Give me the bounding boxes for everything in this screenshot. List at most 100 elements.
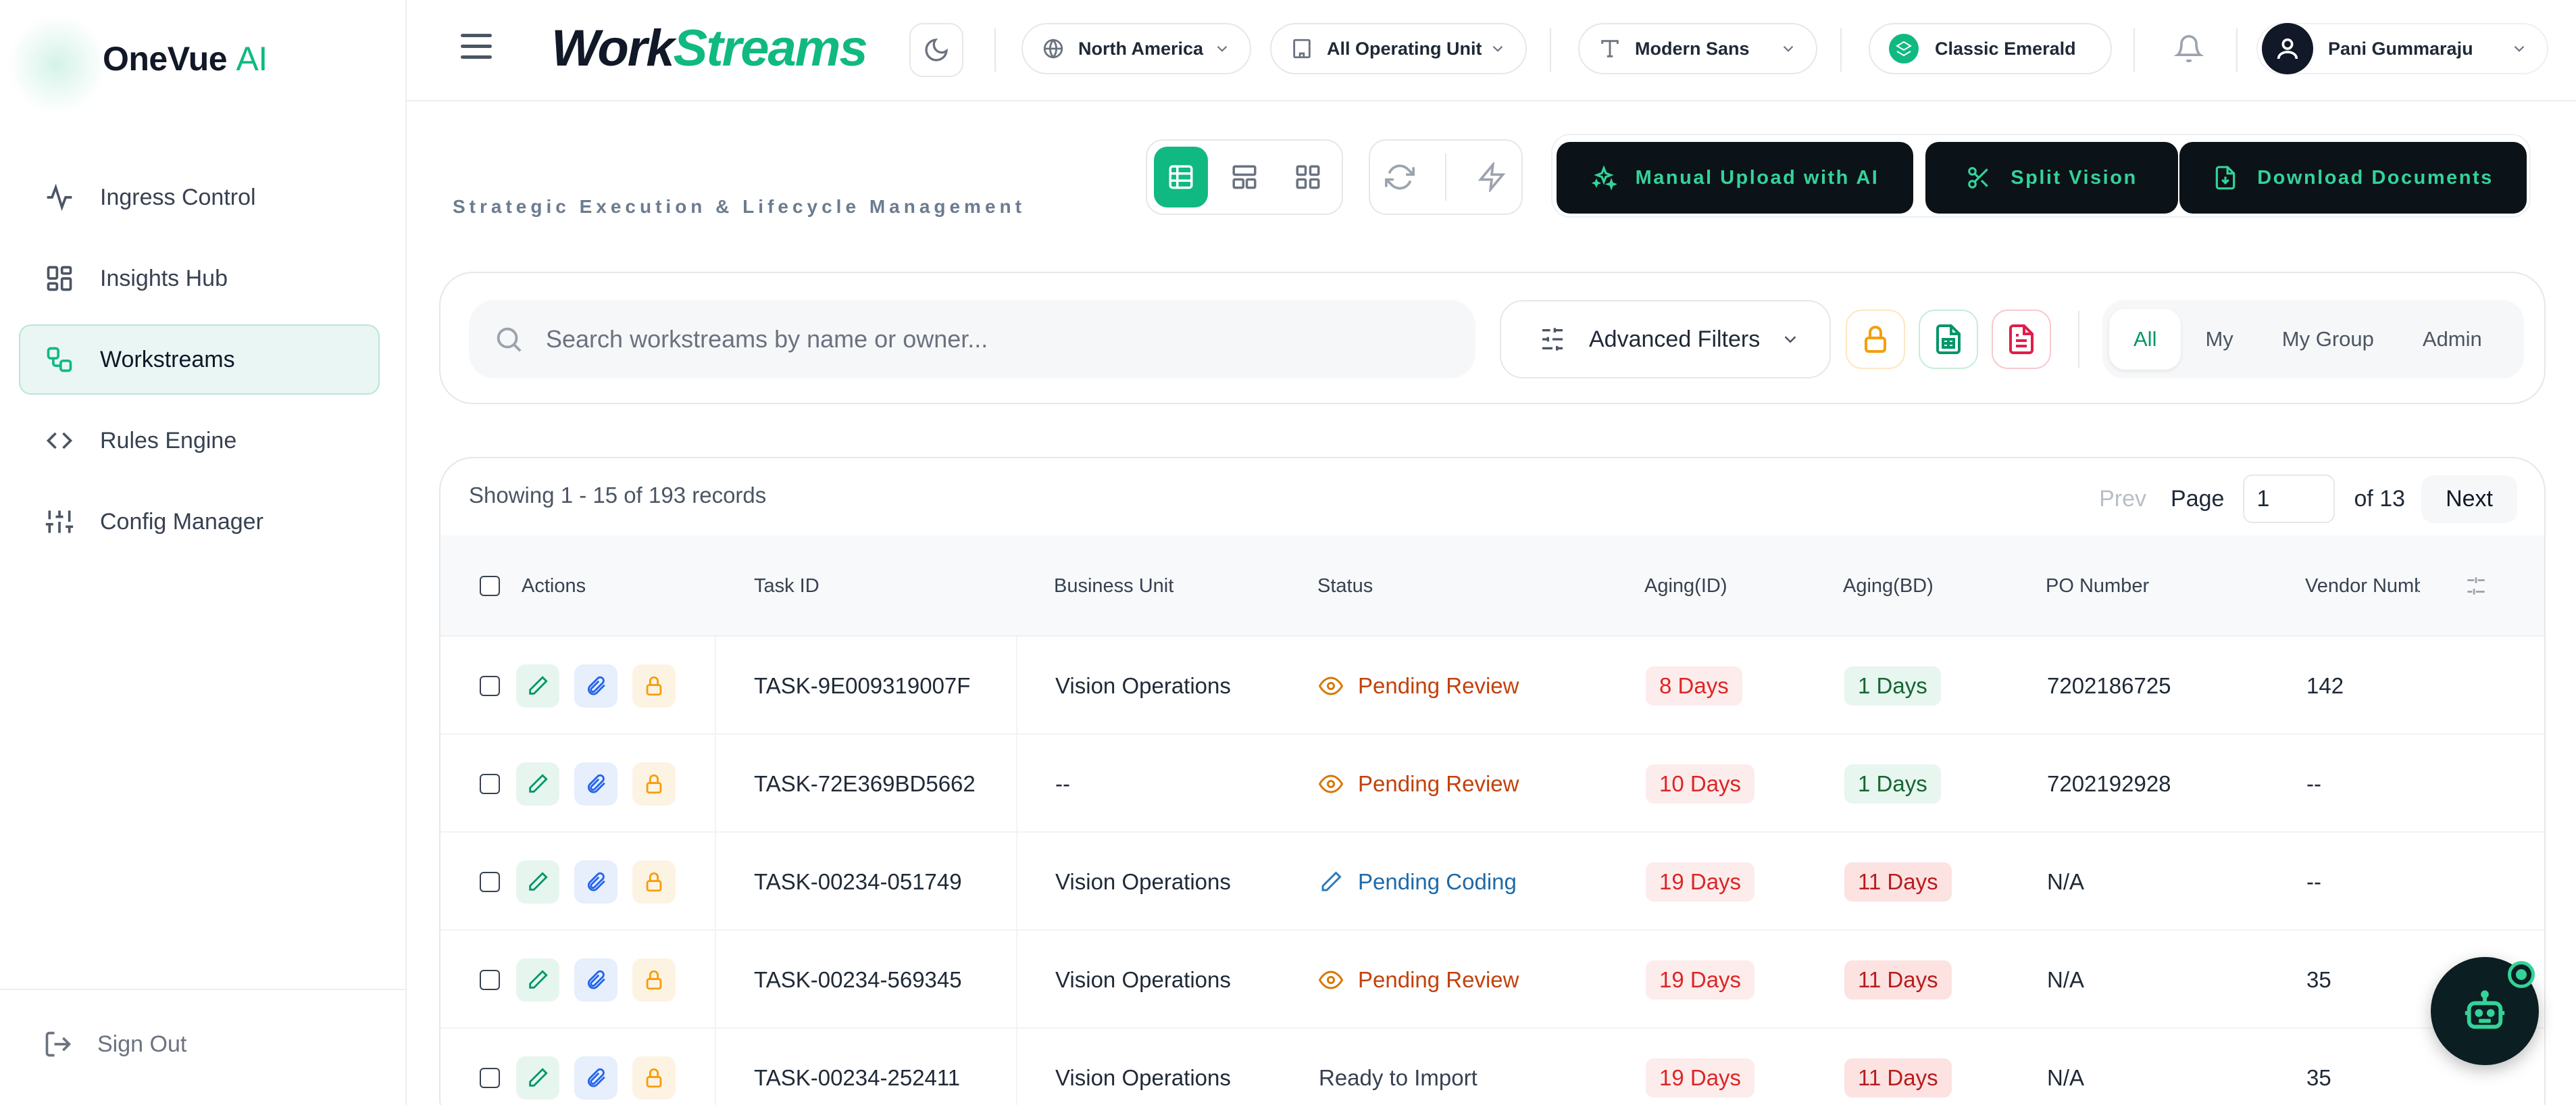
user-menu[interactable]: Pani Gummaraju	[2256, 23, 2548, 74]
column-header-vendor-number[interactable]: Vendor Numb	[2305, 535, 2420, 637]
split-vision-button[interactable]: Split Vision	[1925, 142, 2178, 214]
eye-icon	[1319, 970, 1343, 989]
app-logo[interactable]: OneVue AI	[103, 39, 268, 78]
scope-option-my-group[interactable]: My Group	[2258, 309, 2398, 370]
dark-mode-toggle[interactable]	[909, 23, 963, 77]
edit-button[interactable]	[516, 762, 559, 806]
lock-filter-button[interactable]	[1846, 310, 1905, 369]
sidebar-item-workstreams[interactable]: Workstreams	[19, 324, 380, 395]
export-pdf-button[interactable]	[1992, 310, 2051, 369]
task-id-cell[interactable]: TASK-72E369BD5662	[754, 735, 976, 833]
hamburger-line	[461, 34, 492, 37]
po-number-cell: N/A	[2047, 1064, 2085, 1090]
grid-view-button[interactable]	[1281, 147, 1335, 207]
notifications-button[interactable]	[2170, 30, 2208, 68]
theme-select[interactable]: Classic Emerald	[1869, 23, 2112, 74]
robot-icon	[2465, 990, 2505, 1029]
lightning-icon[interactable]	[1477, 162, 1507, 192]
paperclip-icon	[587, 774, 605, 793]
lock-button[interactable]	[632, 762, 676, 806]
split-view-button[interactable]	[1217, 147, 1271, 207]
refresh-icon[interactable]	[1385, 162, 1415, 192]
pencil-icon	[529, 871, 548, 891]
column-header-aging-id[interactable]: Aging(ID)	[1644, 535, 1727, 637]
aging-id-cell: 8 Days	[1646, 637, 1742, 735]
row-checkbox[interactable]	[480, 871, 500, 892]
spreadsheet-icon	[1936, 324, 1961, 354]
layout-icon	[1232, 165, 1257, 189]
edit-button[interactable]	[516, 860, 559, 904]
task-id-cell[interactable]: TASK-00234-252411	[754, 1029, 960, 1105]
scope-option-admin[interactable]: Admin	[2398, 309, 2506, 370]
advanced-filters-button[interactable]: Advanced Filters	[1500, 300, 1831, 378]
column-divider	[1016, 735, 1017, 833]
scope-option-all[interactable]: All	[2109, 309, 2181, 370]
search-box	[469, 300, 1475, 378]
column-header-business-unit[interactable]: Business Unit	[1054, 535, 1173, 637]
prev-page-button[interactable]: Prev	[2075, 486, 2171, 512]
operating-unit-select[interactable]: All Operating Unit	[1270, 23, 1527, 74]
eye-icon	[1319, 676, 1343, 695]
aging-bd-cell: 1 Days	[1844, 735, 1941, 833]
ai-assistant-button[interactable]	[2431, 957, 2539, 1065]
region-select[interactable]: North America	[1021, 23, 1251, 74]
sidebar: OneVue AI Ingress Control Insights Hub W…	[0, 0, 407, 1105]
page-number-input[interactable]	[2243, 474, 2335, 523]
column-header-actions[interactable]: Actions	[522, 535, 586, 637]
header-divider	[1550, 28, 1551, 72]
column-header-task-id[interactable]: Task ID	[754, 535, 819, 637]
lock-button[interactable]	[632, 664, 676, 708]
sidebar-item-config-manager[interactable]: Config Manager	[19, 487, 380, 557]
user-name: Pani Gummaraju	[2328, 38, 2473, 59]
lock-button[interactable]	[632, 958, 676, 1002]
download-documents-label: Download Documents	[2257, 166, 2494, 189]
table-view-button[interactable]	[1154, 147, 1208, 207]
row-checkbox[interactable]	[480, 773, 500, 794]
attach-button[interactable]	[574, 1056, 617, 1100]
task-id-cell[interactable]: TASK-00234-569345	[754, 931, 962, 1029]
checkbox[interactable]	[480, 576, 500, 596]
scope-option-my[interactable]: My	[2181, 309, 2257, 370]
font-select[interactable]: Modern Sans	[1578, 23, 1817, 74]
aging-id-cell: 19 Days	[1646, 1029, 1755, 1105]
row-checkbox[interactable]	[480, 675, 500, 696]
task-id-cell[interactable]: TASK-9E009319007F	[754, 637, 970, 735]
bell-icon	[2174, 34, 2204, 62]
sidebar-item-label: Config Manager	[100, 508, 263, 535]
column-divider	[1016, 637, 1017, 735]
quick-actions-group	[1369, 139, 1523, 215]
manual-upload-ai-button[interactable]: Manual Upload with AI	[1557, 142, 1913, 214]
column-settings-button[interactable]	[2465, 535, 2487, 637]
sidebar-item-rules-engine[interactable]: Rules Engine	[19, 406, 380, 476]
attach-button[interactable]	[574, 664, 617, 708]
column-header-aging-bd[interactable]: Aging(BD)	[1843, 535, 1934, 637]
column-header-po-number[interactable]: PO Number	[2046, 535, 2149, 637]
sign-out-button[interactable]: Sign Out	[43, 1029, 186, 1059]
attach-button[interactable]	[574, 958, 617, 1002]
sidebar-nav: Ingress Control Insights Hub Workstreams…	[19, 162, 380, 568]
dashboard-grid-icon	[45, 264, 74, 293]
task-id-cell[interactable]: TASK-00234-051749	[754, 833, 962, 931]
aging-id-badge: 19 Days	[1646, 1058, 1755, 1098]
attach-button[interactable]	[574, 860, 617, 904]
aging-bd-badge: 11 Days	[1844, 1058, 1952, 1098]
column-header-status[interactable]: Status	[1317, 535, 1373, 637]
next-page-button[interactable]: Next	[2421, 474, 2517, 523]
sidebar-item-ingress-control[interactable]: Ingress Control	[19, 162, 380, 232]
download-documents-button[interactable]: Download Documents	[2179, 142, 2527, 214]
table-header: Actions Task ID Business Unit Status Agi…	[440, 535, 2544, 637]
page-subtitle: Strategic Execution & Lifecycle Manageme…	[453, 196, 1026, 217]
edit-button[interactable]	[516, 664, 559, 708]
select-all-checkbox[interactable]	[480, 535, 500, 637]
attach-button[interactable]	[574, 762, 617, 806]
lock-button[interactable]	[632, 860, 676, 904]
row-checkbox[interactable]	[480, 969, 500, 990]
lock-button[interactable]	[632, 1056, 676, 1100]
row-checkbox[interactable]	[480, 1067, 500, 1088]
sidebar-item-insights-hub[interactable]: Insights Hub	[19, 243, 380, 314]
menu-toggle-button[interactable]	[461, 34, 492, 64]
edit-button[interactable]	[516, 958, 559, 1002]
edit-button[interactable]	[516, 1056, 559, 1100]
export-excel-button[interactable]	[1919, 310, 1978, 369]
search-input[interactable]	[546, 325, 1424, 353]
